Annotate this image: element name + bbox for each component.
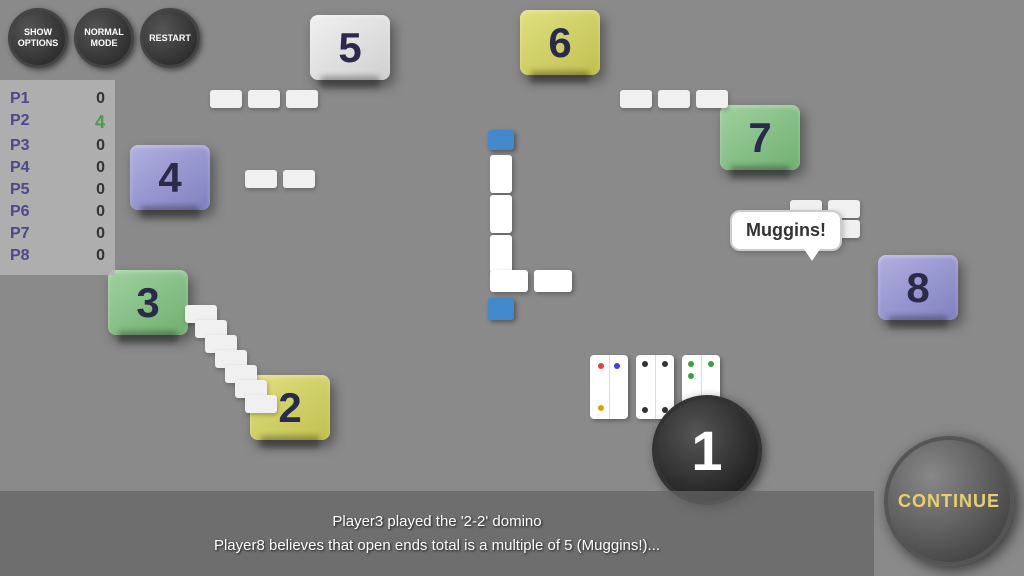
score-panel: P1 0 P2 4 P3 0 P4 0 P5 0 P6 0 P7 0 P8 0	[0, 80, 115, 275]
player1-number: 1	[691, 418, 722, 483]
player-label-p3: P3	[10, 137, 30, 155]
player-label-p8: P8	[10, 247, 30, 265]
player-label-p2: P2	[10, 112, 30, 133]
score-row-p5: P5 0	[10, 179, 105, 201]
top-buttons-container: SHOW OPTIONS NORMAL MODE RESTART	[8, 8, 200, 68]
score-row-p7: P7 0	[10, 223, 105, 245]
game-board: 4 3 2 5 6 7 8	[0, 0, 1024, 576]
player-token-3: 3	[108, 270, 188, 335]
score-val-p7: 0	[96, 225, 105, 243]
score-val-p1: 0	[96, 90, 105, 108]
facedown-domino	[658, 90, 690, 108]
player-token-5: 5	[310, 15, 390, 80]
player-token-4: 4	[130, 145, 210, 210]
continue-label: CONTINUE	[898, 491, 1000, 512]
muggins-text: Muggins!	[746, 220, 826, 240]
facedown-domino	[620, 90, 652, 108]
score-row-p6: P6 0	[10, 201, 105, 223]
info-bar: Player3 played the '2-2' domino Player8 …	[0, 491, 874, 576]
score-val-p4: 0	[96, 159, 105, 177]
player-label-p5: P5	[10, 181, 30, 199]
facedown-domino	[210, 90, 242, 108]
player1-circle: 1	[652, 395, 762, 505]
facedown-domino	[286, 90, 318, 108]
player-label-p6: P6	[10, 203, 30, 221]
facedown-domino	[245, 170, 277, 188]
player-label-p1: P1	[10, 90, 30, 108]
facedown-domino	[245, 395, 277, 413]
chain-domino-v2	[490, 195, 512, 233]
score-val-p8: 0	[96, 247, 105, 265]
facedown-domino	[248, 90, 280, 108]
chain-domino-v3	[490, 235, 512, 273]
chain-domino-h2	[534, 270, 572, 292]
info-line-1: Player3 played the '2-2' domino	[332, 510, 541, 534]
facedown-domino	[283, 170, 315, 188]
chain-domino-v1	[490, 155, 512, 193]
player-token-6: 6	[520, 10, 600, 75]
player-token-8: 8	[878, 255, 958, 320]
blue-domino-bottom	[488, 298, 514, 320]
continue-button[interactable]: CONTINUE	[884, 436, 1014, 566]
score-row-p8: P8 0	[10, 245, 105, 267]
score-row-p4: P4 0	[10, 157, 105, 179]
score-val-p2: 4	[95, 112, 105, 133]
player-token-7: 7	[720, 105, 800, 170]
score-val-p3: 0	[96, 137, 105, 155]
player-label-p4: P4	[10, 159, 30, 177]
player-label-p7: P7	[10, 225, 30, 243]
score-row-p1: P1 0	[10, 88, 105, 110]
facedown-domino	[696, 90, 728, 108]
chain-domino-h1	[490, 270, 528, 292]
score-row-p3: P3 0	[10, 135, 105, 157]
score-row-p2: P2 4	[10, 110, 105, 135]
restart-button[interactable]: RESTART	[140, 8, 200, 68]
info-line-2: Player8 believes that open ends total is…	[214, 534, 660, 558]
blue-domino-top	[488, 130, 514, 150]
score-val-p5: 0	[96, 181, 105, 199]
normal-mode-button[interactable]: NORMAL MODE	[74, 8, 134, 68]
score-val-p6: 0	[96, 203, 105, 221]
muggins-speech-bubble: Muggins!	[730, 210, 842, 251]
show-options-button[interactable]: SHOW OPTIONS	[8, 8, 68, 68]
